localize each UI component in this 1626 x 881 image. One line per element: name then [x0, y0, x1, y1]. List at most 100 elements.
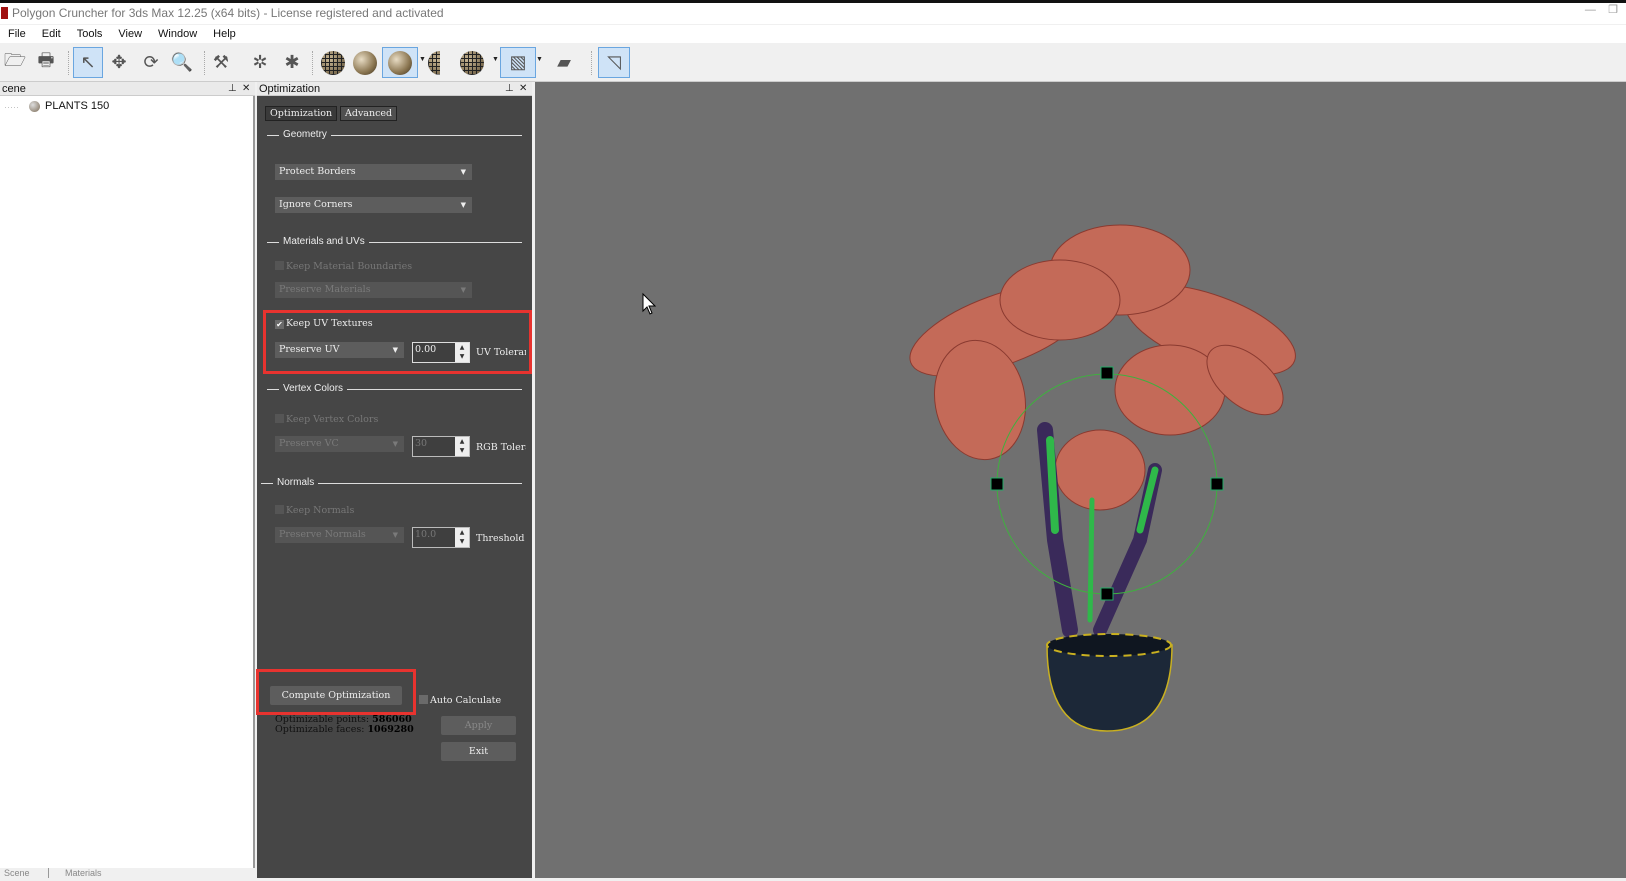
gizmo-handle[interactable]: [1100, 366, 1114, 380]
toolbar-separator: [204, 51, 205, 75]
checkbox-box: [419, 695, 428, 704]
3d-viewport[interactable]: [535, 82, 1626, 878]
toolbar: 🗁 🖶 ↖ ✥ ⟳ 🔍 ⚒ ✲ ✱ ▼ ▼ ▧ ▼ ▰ ◹: [0, 43, 1626, 82]
menu-help[interactable]: Help: [205, 25, 244, 43]
checkbox-box: [275, 505, 284, 514]
toolbar-separator: [68, 51, 69, 75]
pin-icon[interactable]: ⊥: [228, 82, 237, 96]
faces-value: 1069280: [367, 724, 414, 735]
keep-vertex-colors-checkbox[interactable]: Keep Vertex Colors: [275, 414, 378, 425]
spinner-arrows-icon[interactable]: ▲ ▼: [455, 528, 469, 547]
plant-model: [642, 224, 1296, 732]
rotate-icon[interactable]: ⟳: [136, 47, 166, 78]
checkbox-label: Keep Normals: [286, 505, 355, 516]
tab-optimization[interactable]: Optimization: [265, 106, 338, 121]
move-icon[interactable]: ✥: [104, 47, 134, 78]
spinner-arrows-icon[interactable]: ▲ ▼: [455, 437, 469, 456]
optimization-panel-header: Optimization ⊥ ✕: [257, 82, 532, 96]
preserve-materials-dropdown[interactable]: Preserve Materials ▼: [275, 282, 472, 298]
tools-icon[interactable]: ⚒: [206, 47, 236, 78]
menu-tools[interactable]: Tools: [69, 25, 111, 43]
dropdown-value: Protect Borders: [279, 166, 356, 177]
keep-material-boundaries-checkbox[interactable]: Keep Material Boundaries: [275, 261, 412, 272]
section-normals: Normals: [261, 477, 522, 488]
chevron-down-icon: ▼: [460, 286, 466, 294]
auto-calculate-checkbox[interactable]: Auto Calculate: [419, 695, 501, 706]
ignore-corners-dropdown[interactable]: Ignore Corners ▼: [275, 197, 472, 213]
menu-window[interactable]: Window: [150, 25, 205, 43]
window-controls[interactable]: — ❐: [1585, 3, 1618, 16]
viewport-icon[interactable]: ◹: [598, 47, 630, 78]
dropdown-value: Ignore Corners: [279, 199, 353, 210]
open-icon[interactable]: 🗁: [0, 47, 30, 78]
app-icon: [1, 7, 8, 19]
section-header: Materials and UVs: [279, 236, 369, 247]
section-materials: Materials and UVs: [267, 236, 522, 247]
gizmo-handle[interactable]: [1100, 587, 1114, 601]
star-mesh-icon[interactable]: ✱: [277, 47, 307, 78]
sphere-half-icon[interactable]: [425, 47, 455, 78]
keep-normals-checkbox[interactable]: Keep Normals: [275, 505, 354, 516]
checkbox-box: [275, 414, 284, 423]
sphere-smooth-icon[interactable]: [350, 47, 380, 78]
preserve-vc-dropdown[interactable]: Preserve VC ▼: [275, 436, 404, 452]
dropdown-value: Preserve VC: [279, 438, 339, 449]
pot: [1046, 633, 1173, 732]
scene-panel-title: cene: [2, 83, 26, 95]
tab-scene[interactable]: Scene: [4, 868, 30, 878]
print-icon[interactable]: 🖶: [31, 47, 61, 78]
sphere-grid-icon[interactable]: [318, 47, 348, 78]
highlight-box-compute: [256, 669, 416, 715]
checkbox-label: Keep Material Boundaries: [286, 261, 413, 272]
checkbox-box: [275, 261, 284, 270]
material-icon[interactable]: ▰: [549, 47, 579, 78]
tab-materials[interactable]: Materials: [48, 868, 102, 878]
window-title: Polygon Cruncher for 3ds Max 12.25 (x64 …: [12, 6, 444, 20]
close-icon[interactable]: ✕: [242, 82, 250, 96]
menu-edit[interactable]: Edit: [34, 25, 69, 43]
protect-borders-dropdown[interactable]: Protect Borders ▼: [275, 164, 472, 180]
tree-item-plants[interactable]: PLANTS 150: [45, 100, 109, 112]
tab-advanced[interactable]: Advanced: [340, 106, 398, 121]
texture-icon[interactable]: ▧: [500, 47, 536, 78]
section-header: Vertex Colors: [279, 383, 348, 394]
gizmo-handle[interactable]: [990, 477, 1004, 491]
menu-file[interactable]: File: [0, 25, 34, 43]
title-bar: Polygon Cruncher for 3ds Max 12.25 (x64 …: [0, 3, 1626, 24]
optimization-panel: Optimization Advanced Geometry Protect B…: [256, 96, 532, 878]
section-geometry: Geometry: [267, 129, 522, 140]
toolbar-separator: [591, 51, 592, 75]
chevron-down-icon: ▼: [460, 201, 466, 209]
optimizable-faces: Optimizable faces: 1069280: [275, 725, 414, 735]
chevron-down-icon: ▼: [392, 531, 398, 539]
apply-button[interactable]: Apply: [441, 716, 516, 735]
close-icon[interactable]: ✕: [519, 82, 527, 96]
toolbar-separator: [312, 51, 313, 75]
wireframe-icon[interactable]: ✲: [245, 47, 275, 78]
exit-button[interactable]: Exit: [441, 742, 516, 761]
menu-bar: File Edit Tools View Window Help: [0, 25, 1626, 43]
threshold-spinner[interactable]: 10.0 ▲ ▼: [412, 527, 470, 548]
pin-icon[interactable]: ⊥: [505, 82, 514, 96]
select-arrow-icon[interactable]: ↖: [73, 47, 103, 78]
chevron-down-icon: ▼: [460, 168, 466, 176]
scene-tree: ····· PLANTS 150: [0, 96, 255, 868]
object-icon: [29, 101, 40, 112]
rgb-tolerance-label: RGB Tolerance: [476, 442, 526, 453]
section-header: Normals: [273, 477, 319, 488]
section-vertex-colors: Vertex Colors: [267, 383, 522, 394]
scene-bottom-tabs: Scene Materials: [0, 868, 255, 878]
rgb-tolerance-spinner[interactable]: 30 ▲ ▼: [412, 436, 470, 457]
dropdown-value: Preserve Materials: [279, 284, 371, 295]
spinner-value: 30: [415, 438, 428, 449]
zoom-icon[interactable]: 🔍: [167, 47, 197, 78]
tree-connector: ·····: [4, 102, 19, 112]
menu-view[interactable]: View: [110, 25, 150, 43]
sphere-shaded-icon[interactable]: [382, 47, 418, 78]
gizmo-handle[interactable]: [1210, 477, 1224, 491]
chevron-down-icon[interactable]: ▼: [492, 56, 499, 63]
mouse-cursor-icon: [642, 292, 657, 315]
sphere-half-grid-icon[interactable]: [457, 47, 487, 78]
preserve-normals-dropdown[interactable]: Preserve Normals ▼: [275, 527, 404, 543]
chevron-down-icon[interactable]: ▼: [536, 56, 543, 63]
